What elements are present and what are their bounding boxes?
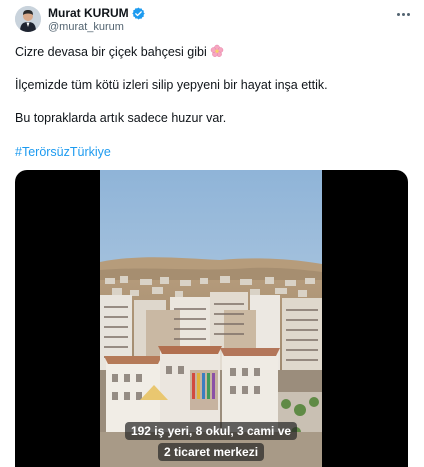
tweet-line-3: Bu topraklarda artık sadece huzur var. <box>15 111 227 125</box>
more-dot <box>396 12 400 16</box>
avatar[interactable] <box>15 6 41 32</box>
author-display-name[interactable]: Murat KURUM <box>48 6 129 20</box>
verified-badge-icon <box>131 7 145 20</box>
tweet-text-1: Cizre devasa bir çiçek bahçesi gibi <box>15 45 207 59</box>
tweet-line-1: Cizre devasa bir çiçek bahçesi gibi <box>15 44 224 59</box>
author-name-row: Murat KURUM <box>48 5 145 21</box>
more-dot <box>406 12 410 16</box>
video-frame: 192 iş yeri, 8 okul, 3 cami ve 2 ticaret… <box>100 170 322 467</box>
more-dot <box>401 12 405 16</box>
cherry-blossom-icon <box>210 44 224 58</box>
author-handle[interactable]: @murat_kurum <box>48 21 124 33</box>
tweet-line-2: İlçemizde tüm kötü izleri silip yepyeni … <box>15 78 328 92</box>
hashtag-link[interactable]: #TerörsüzTürkiye <box>15 145 111 159</box>
more-options-icon[interactable] <box>392 6 414 22</box>
caption-line-2: 2 ticaret merkezi <box>157 443 265 461</box>
video-player[interactable]: 192 iş yeri, 8 okul, 3 cami ve 2 ticaret… <box>15 170 408 467</box>
video-caption: 192 iş yeri, 8 okul, 3 cami ve 2 ticaret… <box>100 422 322 461</box>
caption-line-1: 192 iş yeri, 8 okul, 3 cami ve <box>124 422 298 440</box>
